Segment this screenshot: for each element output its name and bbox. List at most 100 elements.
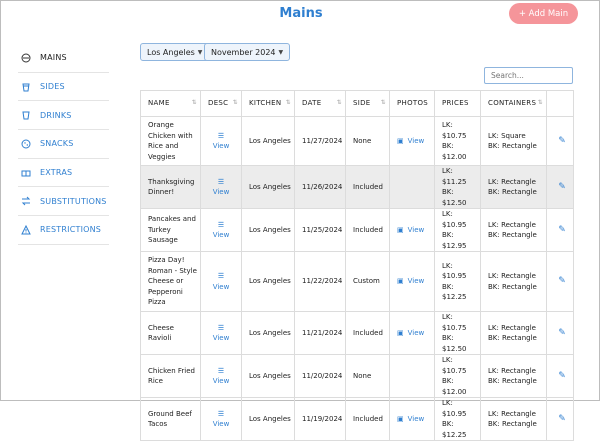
table-header-row: NAME ⇅ DESC ⇅ KITCHEN ⇅ DATE ⇅ SIDE ⇅ PHOTOS … bbox=[140, 90, 574, 117]
cell-kitchen: Los Angeles bbox=[241, 165, 295, 209]
desc-view-link[interactable]: ☰ View bbox=[200, 311, 242, 355]
desc-view-link[interactable]: ☰ View bbox=[200, 251, 242, 312]
list-icon: ☰ bbox=[217, 131, 225, 140]
photo-view-link[interactable]: ▣ View bbox=[397, 136, 424, 147]
edit-icon[interactable]: ✎ bbox=[554, 182, 570, 193]
cell-actions: ✎ bbox=[546, 397, 574, 441]
cell-photos bbox=[389, 165, 435, 209]
sidebar-item-restrictions[interactable]: RESTRICTIONS bbox=[18, 216, 109, 245]
chevron-down-icon: ▼ bbox=[197, 48, 203, 56]
month-filter[interactable]: November 2024 ▼ bbox=[204, 43, 291, 61]
edit-icon[interactable]: ✎ bbox=[554, 414, 570, 425]
sort-icon: ⇅ bbox=[191, 99, 197, 107]
col-header-kitchen[interactable]: KITCHEN ⇅ bbox=[241, 90, 295, 117]
cell-actions: ✎ bbox=[546, 311, 574, 355]
sidebar-item-label: RESTRICTIONS bbox=[40, 225, 102, 235]
cell-photos bbox=[389, 354, 435, 398]
image-icon: ▣ bbox=[397, 136, 404, 145]
swap-icon bbox=[18, 196, 34, 206]
cell-kitchen: Los Angeles bbox=[241, 251, 295, 312]
sort-icon: ⇅ bbox=[232, 99, 238, 107]
cell-name: Ground Beef Tacos bbox=[140, 397, 201, 441]
cell-name: Pizza Day! Roman - Style Cheese or Peppe… bbox=[140, 251, 201, 312]
col-header-desc[interactable]: DESC ⇅ bbox=[200, 90, 242, 117]
list-icon: ☰ bbox=[217, 366, 225, 375]
search-input[interactable] bbox=[484, 67, 573, 84]
cell-prices: LK: $11.25 BK: $12.50 bbox=[434, 165, 481, 209]
bowl-icon bbox=[18, 53, 34, 63]
list-icon: ☰ bbox=[217, 272, 225, 280]
list-icon: ☰ bbox=[217, 323, 225, 332]
desc-view-link[interactable]: ☰ View bbox=[200, 116, 242, 166]
sort-icon: ⇅ bbox=[336, 99, 342, 107]
desc-view-link[interactable]: ☰ View bbox=[200, 208, 242, 252]
cell-kitchen: Los Angeles bbox=[241, 311, 295, 355]
cell-prices: LK: $10.95 BK: $12.25 bbox=[434, 251, 481, 312]
edit-icon[interactable]: ✎ bbox=[554, 371, 570, 382]
edit-icon[interactable]: ✎ bbox=[554, 276, 570, 287]
sidebar-item-mains[interactable]: MAINS bbox=[18, 44, 109, 73]
cell-containers: LK: Rectangle BK: Rectangle bbox=[480, 251, 547, 312]
sidebar-item-extras[interactable]: EXTRAS bbox=[18, 159, 109, 188]
cell-photos: ▣ View bbox=[389, 397, 435, 441]
edit-icon[interactable]: ✎ bbox=[554, 328, 570, 339]
mains-table: NAME ⇅ DESC ⇅ KITCHEN ⇅ DATE ⇅ SIDE ⇅ PHOTOS … bbox=[140, 90, 574, 441]
table-row: Pizza Day! Roman - Style Cheese or Peppe… bbox=[140, 251, 574, 312]
cell-date: 11/21/2024 bbox=[294, 311, 346, 355]
cell-prices: LK: $10.75 BK: $12.50 bbox=[434, 311, 481, 355]
add-main-button[interactable]: + Add Main bbox=[509, 3, 578, 24]
edit-icon[interactable]: ✎ bbox=[554, 136, 570, 147]
photo-view-link[interactable]: ▣ View bbox=[397, 276, 424, 287]
sidebar-item-label: SIDES bbox=[40, 82, 65, 92]
cell-photos: ▣ View bbox=[389, 311, 435, 355]
desc-view-link[interactable]: ☰ View bbox=[200, 354, 242, 398]
photo-view-link[interactable]: ▣ View bbox=[397, 414, 424, 425]
glass-icon bbox=[18, 110, 34, 120]
photo-view-link[interactable]: ▣ View bbox=[397, 225, 424, 236]
cell-side: Included bbox=[345, 397, 390, 441]
cell-photos: ▣ View bbox=[389, 208, 435, 252]
cell-containers: LK: Rectangle BK: Rectangle bbox=[480, 311, 547, 355]
location-filter[interactable]: Los Angeles ▼ bbox=[140, 43, 210, 61]
list-icon: ☰ bbox=[217, 220, 225, 229]
cell-side: None bbox=[345, 116, 390, 166]
col-header-date[interactable]: DATE ⇅ bbox=[294, 90, 346, 117]
desc-view-link[interactable]: ☰ View bbox=[200, 397, 242, 441]
table-row: Chicken Fried Rice ☰ View Los Angeles 11/20/… bbox=[140, 354, 574, 398]
cell-date: 11/22/2024 bbox=[294, 251, 346, 312]
cell-kitchen: Los Angeles bbox=[241, 397, 295, 441]
sidebar-item-sides[interactable]: SIDES bbox=[18, 73, 109, 102]
col-header-containers[interactable]: CONTAINERS ⇅ bbox=[480, 90, 547, 117]
cookie-icon bbox=[18, 139, 34, 149]
sidebar-item-snacks[interactable]: SNACKS bbox=[18, 130, 109, 159]
table-row: Pancakes and Turkey Sausage ☰ View Los Ange… bbox=[140, 208, 574, 252]
cell-prices: LK: $10.95 BK: $12.25 bbox=[434, 397, 481, 441]
sidebar-item-drinks[interactable]: DRINKS bbox=[18, 101, 109, 131]
edit-icon[interactable]: ✎ bbox=[554, 225, 570, 236]
cell-kitchen: Los Angeles bbox=[241, 116, 295, 166]
table-row: Orange Chicken with Rice and Veggies ☰ Vie… bbox=[140, 116, 574, 166]
cup-icon bbox=[18, 82, 34, 92]
image-icon: ▣ bbox=[397, 328, 404, 337]
photo-view-link[interactable]: ▣ View bbox=[397, 328, 424, 339]
cell-name: Orange Chicken with Rice and Veggies bbox=[140, 116, 201, 166]
cell-side: Included bbox=[345, 311, 390, 355]
chevron-down-icon: ▼ bbox=[278, 48, 284, 56]
cell-photos: ▣ View bbox=[389, 116, 435, 166]
sidebar-item-label: DRINKS bbox=[40, 110, 72, 120]
cell-date: 11/26/2024 bbox=[294, 165, 346, 209]
desc-view-link[interactable]: ☰ View bbox=[200, 165, 242, 209]
col-header-prices: PRICES bbox=[434, 90, 481, 117]
list-icon: ☰ bbox=[217, 177, 225, 186]
col-header-side[interactable]: SIDE ⇅ bbox=[345, 90, 390, 117]
cell-containers: LK: Rectangle BK: Rectangle bbox=[480, 165, 547, 209]
location-filter-value: Los Angeles bbox=[147, 47, 195, 57]
sidebar-item-substitutions[interactable]: SUBSTITUTIONS bbox=[18, 187, 109, 217]
cell-name: Chicken Fried Rice bbox=[140, 354, 201, 398]
cell-name: Cheese Ravioli bbox=[140, 311, 201, 355]
col-header-name[interactable]: NAME ⇅ bbox=[140, 90, 201, 117]
cell-date: 11/19/2024 bbox=[294, 397, 346, 441]
tray-icon bbox=[18, 168, 34, 178]
cell-name: Pancakes and Turkey Sausage bbox=[140, 208, 201, 252]
cell-prices: LK: $10.95 BK: $12.95 bbox=[434, 208, 481, 252]
